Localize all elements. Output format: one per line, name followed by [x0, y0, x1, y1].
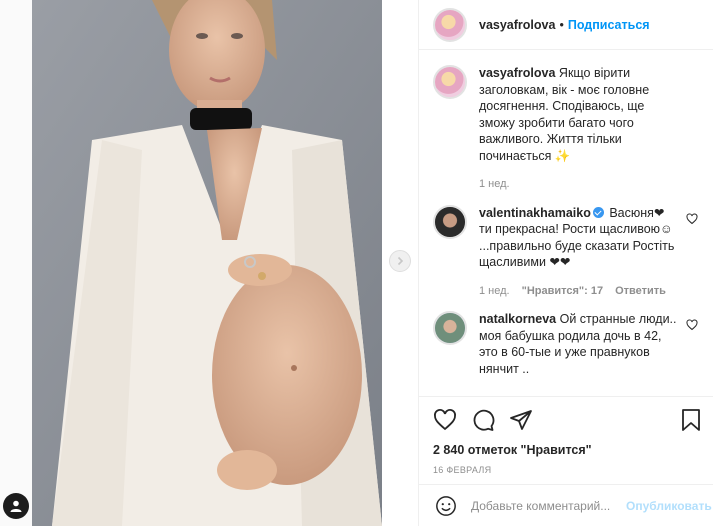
likes-count[interactable]: 2 840 отметок "Нравится" [433, 443, 702, 457]
comment-username[interactable]: valentinakhamaiko [479, 206, 591, 220]
author-username[interactable]: vasyafrolova [479, 18, 555, 32]
comment-time[interactable]: 1 нед. [479, 283, 510, 300]
caption-avatar[interactable] [433, 65, 467, 99]
comment-text-block: natalkorneva Ой странные люди.. моя бабу… [479, 311, 679, 377]
follow-button[interactable]: Подписаться [568, 18, 650, 32]
list-item: valentinakhamaiko Васюня❤ ти прекрасна! … [433, 204, 698, 300]
heart-icon[interactable] [433, 408, 457, 432]
comment-like-heart-icon[interactable] [686, 319, 698, 334]
bookmark-icon[interactable] [680, 408, 702, 432]
reply-button[interactable]: Ответить [615, 283, 666, 300]
comments-list[interactable]: vasyafrolova Якщо вірити заголовкам, вік… [419, 51, 713, 396]
post-date[interactable]: 16 ФЕВРАЛЯ [433, 465, 702, 475]
publish-button[interactable]: Опубликовать [626, 499, 712, 513]
caption-time[interactable]: 1 нед. [479, 176, 510, 193]
caption-text-block: vasyafrolova Якщо вірити заголовкам, вік… [479, 65, 679, 164]
account-button[interactable] [3, 493, 29, 519]
caption: vasyafrolova Якщо вірити заголовкам, вік… [433, 65, 698, 193]
list-item: natalkorneva Ой странные люди.. моя бабу… [433, 311, 698, 377]
verified-badge-icon [592, 206, 604, 218]
caption-meta: 1 нед. [479, 176, 679, 193]
comment-avatar[interactable] [433, 204, 467, 239]
next-photo-button[interactable] [389, 250, 411, 272]
post-actions: 2 840 отметок "Нравится" 16 ФЕВРАЛЯ [419, 396, 713, 475]
comment-text-block: valentinakhamaiko Васюня❤ ти прекрасна! … [479, 205, 679, 271]
comment-input[interactable] [471, 498, 626, 513]
post-photo[interactable] [32, 0, 382, 526]
comment-like-heart-icon[interactable] [686, 212, 698, 228]
caption-text: Якщо вірити заголовкам, вік - моє головн… [479, 66, 650, 163]
action-icons [433, 407, 702, 433]
comment-likes[interactable]: "Нравится": 17 [522, 283, 603, 300]
smiley-icon[interactable] [435, 495, 457, 517]
left-strip [0, 0, 32, 526]
caption-username[interactable]: vasyafrolova [479, 66, 555, 80]
comment-icon[interactable] [471, 408, 495, 432]
comment-meta: 1 нед. "Нравится": 17 Ответить [479, 283, 679, 300]
chevron-right-icon [397, 256, 404, 266]
post-header: vasyafrolova • Подписаться [419, 0, 713, 50]
post-panel: vasyafrolova • Подписаться vasyafrolova … [418, 0, 713, 526]
comment-avatar[interactable] [433, 311, 467, 345]
add-comment-bar: Опубликовать [419, 484, 713, 526]
comment-username[interactable]: natalkorneva [479, 312, 556, 326]
separator-dot: • [559, 17, 564, 32]
user-icon [10, 500, 22, 512]
author-avatar[interactable] [433, 7, 467, 42]
share-icon[interactable] [509, 408, 533, 432]
